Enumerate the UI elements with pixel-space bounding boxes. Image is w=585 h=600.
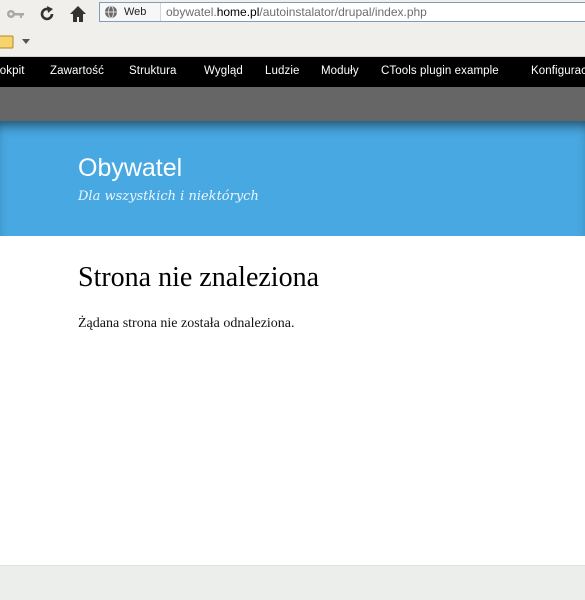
dropdown-arrow-icon [22,39,30,44]
admin-menu-kokpit[interactable]: Kokpit [0,65,25,77]
admin-menu-konfiguracja[interactable]: Konfiguracja [531,65,585,77]
globe-icon [105,5,117,19]
admin-menu-struktura[interactable]: Struktura [129,65,177,77]
admin-menu-ctools[interactable]: CTools plugin example [381,65,499,77]
site-badge-label: Web [124,6,147,18]
home-icon[interactable] [68,4,88,24]
site-identity-badge[interactable]: Web [100,3,161,21]
page-title: Strona nie znaleziona [78,262,320,293]
bookmarks-bar [0,28,585,57]
key-icon[interactable] [6,4,26,24]
bookmark-folder-icon [0,35,14,49]
admin-toolbar: Kokpit Zawartość Struktura Wygląd Ludzie… [0,57,585,87]
admin-shortcut-bar [0,87,585,121]
url-path: /autoinstalator/drupal/index.php [259,5,427,19]
reload-icon[interactable] [37,4,57,24]
browser-nav-bar: Web obywatel.home.pl/autoinstalator/drup… [0,0,585,28]
page-message: Żądana strona nie została odnaleziona. [78,316,295,331]
site-header: Obywatel Dla wszystkich i niektórych [0,121,585,236]
address-bar[interactable]: Web obywatel.home.pl/autoinstalator/drup… [99,2,585,22]
admin-menu-ludzie[interactable]: Ludzie [265,65,300,77]
url-text[interactable]: obywatel.home.pl/autoinstalator/drupal/i… [166,5,427,19]
site-name[interactable]: Obywatel [78,154,182,183]
bookmark-folder-button[interactable] [0,35,32,49]
footer [0,565,585,600]
admin-menu-zawartosc[interactable]: Zawartość [50,65,104,77]
url-host-prefix: obywatel. [166,5,217,19]
url-host-main: home.pl [216,5,260,19]
site-slogan: Dla wszystkich i niektórych [78,189,259,204]
admin-menu-wyglad[interactable]: Wygląd [204,65,243,77]
admin-menu-moduly[interactable]: Moduły [321,65,359,77]
